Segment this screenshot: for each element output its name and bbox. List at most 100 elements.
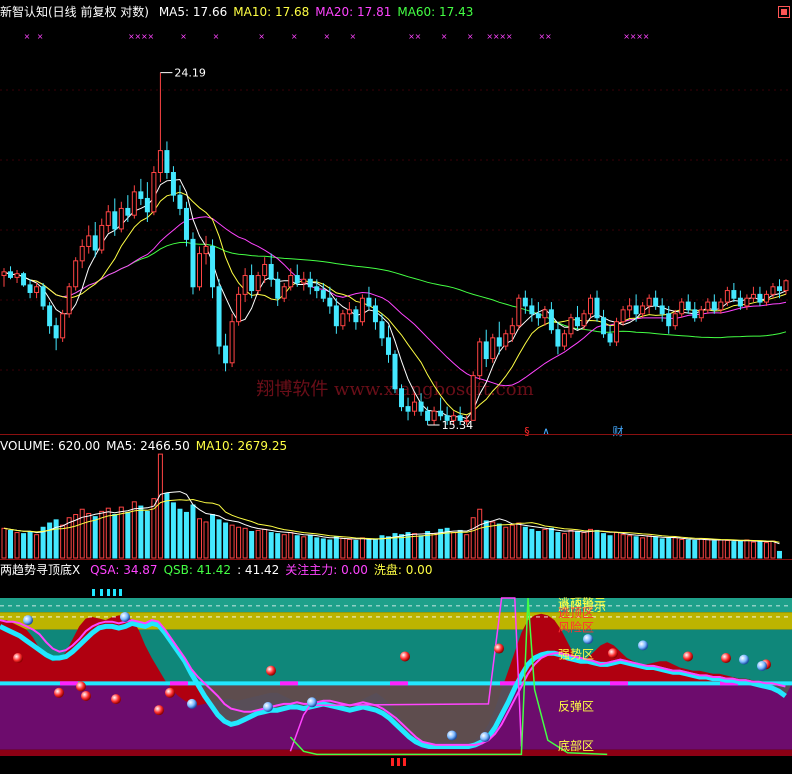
candle [588, 294, 593, 318]
red-signal-tick [391, 758, 394, 766]
candle-body [731, 290, 737, 299]
candle [653, 290, 659, 310]
candle [92, 222, 98, 258]
signal-cross-mark: × [213, 32, 220, 41]
candle [477, 337, 483, 380]
candle [333, 298, 339, 334]
volume-bar [1, 527, 7, 559]
candle-body [672, 313, 678, 327]
volume-bar [412, 533, 418, 559]
candle [183, 201, 189, 247]
volume-bar [627, 535, 633, 559]
signal-cross-mark: × [258, 32, 265, 41]
volume-bar [138, 505, 144, 559]
volume-bar [229, 524, 235, 559]
red-signal-ball [13, 653, 23, 664]
volume-bar [646, 535, 652, 559]
signal-cross-mark: × [180, 32, 187, 41]
candle [105, 205, 111, 233]
candle-body [262, 263, 268, 277]
candle-body [34, 286, 40, 293]
candle [392, 350, 398, 394]
candle-body [144, 197, 150, 213]
candle-body [614, 321, 620, 343]
signal-cross-mark: × [643, 32, 650, 41]
volume-bar [255, 529, 261, 559]
candle-body [705, 301, 711, 311]
candle-body [561, 333, 567, 347]
volume-bar [14, 532, 20, 559]
indicator-legend-item-1: QSB: 41.42 [163, 563, 232, 577]
red-signal-ball [154, 705, 164, 716]
candle [724, 286, 730, 306]
volume-bar [574, 531, 580, 559]
indicator-zone-0 [0, 598, 792, 613]
candle-body [131, 191, 137, 216]
candle-body [92, 235, 98, 251]
zone-label-6: 底部区 [558, 738, 594, 753]
high-price-label: 24.19 [174, 67, 206, 80]
blue-signal-ball [307, 697, 317, 708]
candle [568, 313, 574, 338]
volume-bar [705, 538, 711, 559]
candle [229, 313, 235, 368]
candle-body [659, 305, 665, 315]
red-signal-ball [165, 687, 175, 698]
indicator-legend-item-0: QSA: 34.87 [90, 563, 158, 577]
candle [685, 294, 691, 314]
candle [131, 185, 137, 219]
candle-body [399, 388, 405, 408]
volume-bar [346, 538, 352, 559]
red-signal-ball [400, 651, 410, 662]
volume-bar [92, 516, 98, 559]
volume-bar [327, 539, 333, 559]
candle [216, 279, 222, 355]
volume-bar [685, 539, 691, 559]
volume-bar [770, 540, 776, 559]
candle-body [294, 275, 300, 284]
blue-signal-ball [638, 640, 648, 651]
candle-body [86, 235, 92, 247]
candle [516, 294, 522, 330]
candle [118, 201, 124, 233]
volume-bar [262, 528, 268, 559]
candle-body [281, 286, 287, 299]
candle [490, 333, 496, 363]
candle-body [418, 401, 424, 412]
candle [34, 283, 40, 299]
volume-bar [177, 508, 183, 559]
volume-bar [490, 521, 496, 559]
signal-cross-mark: × [147, 32, 154, 41]
red-signal-ball [81, 690, 91, 701]
volume-bar [516, 522, 522, 559]
volume-bar [27, 531, 33, 559]
volume-bar [750, 541, 756, 559]
candle-body [170, 172, 176, 196]
candle-body [275, 278, 281, 299]
candle-body [522, 297, 528, 307]
candle [40, 283, 46, 310]
volume-bar [203, 521, 209, 559]
volume-bar [548, 527, 554, 559]
candle-body [151, 172, 157, 213]
stock-title: 新智认知(日线 前复权 对数) [0, 5, 149, 19]
indicator-legend-item-2: : 41.42 [237, 563, 280, 577]
volume-bar [301, 536, 307, 559]
volume-bar [561, 533, 567, 559]
signal-cross-mark: × [291, 32, 298, 41]
red-signal-ball [494, 643, 504, 654]
candle-body [314, 286, 320, 292]
volume-bar [294, 535, 300, 559]
candle [594, 290, 600, 322]
candle [99, 218, 105, 254]
volume-bar [340, 537, 346, 559]
candle-body [568, 317, 574, 335]
candle [555, 321, 561, 355]
ma-legend-item-2: MA20: 17.81 [315, 5, 392, 19]
price-header: 新智认知(日线 前复权 对数) MA5: 17.66 MA10: 17.68 MA2… [0, 3, 485, 21]
menu-grid-icon[interactable] [778, 6, 790, 18]
candle-body [288, 275, 294, 288]
candle-body [692, 309, 698, 319]
candle-body [249, 275, 255, 292]
zone-label-2: 逃顶区 [558, 606, 594, 620]
